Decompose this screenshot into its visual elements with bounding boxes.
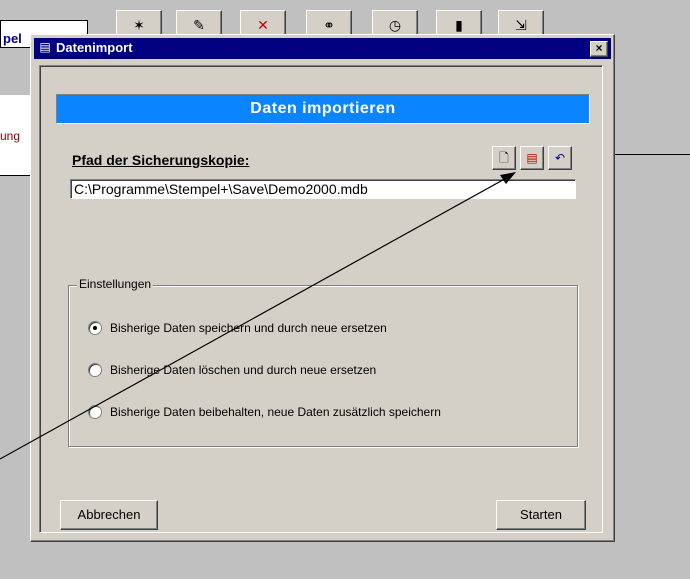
export-icon: ⇲: [515, 17, 527, 33]
import-dialog: ▤ Datenimport × Daten importieren Pfad d…: [30, 34, 615, 542]
open-file-icon: ▤: [526, 151, 538, 165]
edit-icon: ✎: [193, 17, 205, 33]
settings-group-title: Einstellungen: [77, 277, 154, 291]
background-panel-label: ung: [0, 129, 21, 143]
delete-icon: ✕: [257, 17, 269, 33]
open-file-button[interactable]: ▤: [520, 146, 544, 170]
radio-button[interactable]: [88, 321, 102, 335]
radio-selected-dot: [93, 326, 97, 330]
chart-icon: ▮: [455, 17, 463, 33]
option-label: Bisherige Daten löschen und durch neue e…: [110, 363, 377, 377]
close-button[interactable]: ×: [590, 41, 608, 57]
sparkle-icon: ✶: [133, 17, 145, 33]
option-label: Bisherige Daten beibehalten, neue Daten …: [110, 405, 441, 419]
heading-title: Daten importieren: [250, 100, 396, 117]
background-tab-label: pel: [3, 31, 22, 46]
background-panel: ung: [0, 95, 34, 176]
binoculars-icon: ⚭: [323, 17, 335, 33]
start-button[interactable]: Starten: [496, 500, 586, 530]
new-file-icon: 🗋: [499, 151, 509, 165]
form-icon: ▤: [39, 40, 51, 54]
radio-button[interactable]: [88, 405, 102, 419]
dialog-titlebar[interactable]: ▤ Datenimport ×: [34, 38, 611, 59]
new-file-button[interactable]: 🗋: [492, 146, 516, 170]
path-input[interactable]: C:\Programme\Stempel+\Save\Demo2000.mdb: [70, 179, 576, 199]
undo-button[interactable]: ↶: [548, 146, 572, 170]
undo-icon: ↶: [554, 151, 566, 165]
clock-icon: ◷: [388, 17, 402, 33]
cancel-button[interactable]: Abbrechen: [60, 500, 158, 530]
radio-button[interactable]: [88, 363, 102, 377]
heading-bar: Daten importieren: [56, 94, 590, 124]
option-label: Bisherige Daten speichern und durch neue…: [110, 321, 387, 335]
dialog-body: Daten importieren Pfad der Sicherungskop…: [39, 65, 603, 533]
dialog-title: Datenimport: [56, 40, 133, 55]
path-label: Pfad der Sicherungskopie:: [72, 152, 250, 168]
